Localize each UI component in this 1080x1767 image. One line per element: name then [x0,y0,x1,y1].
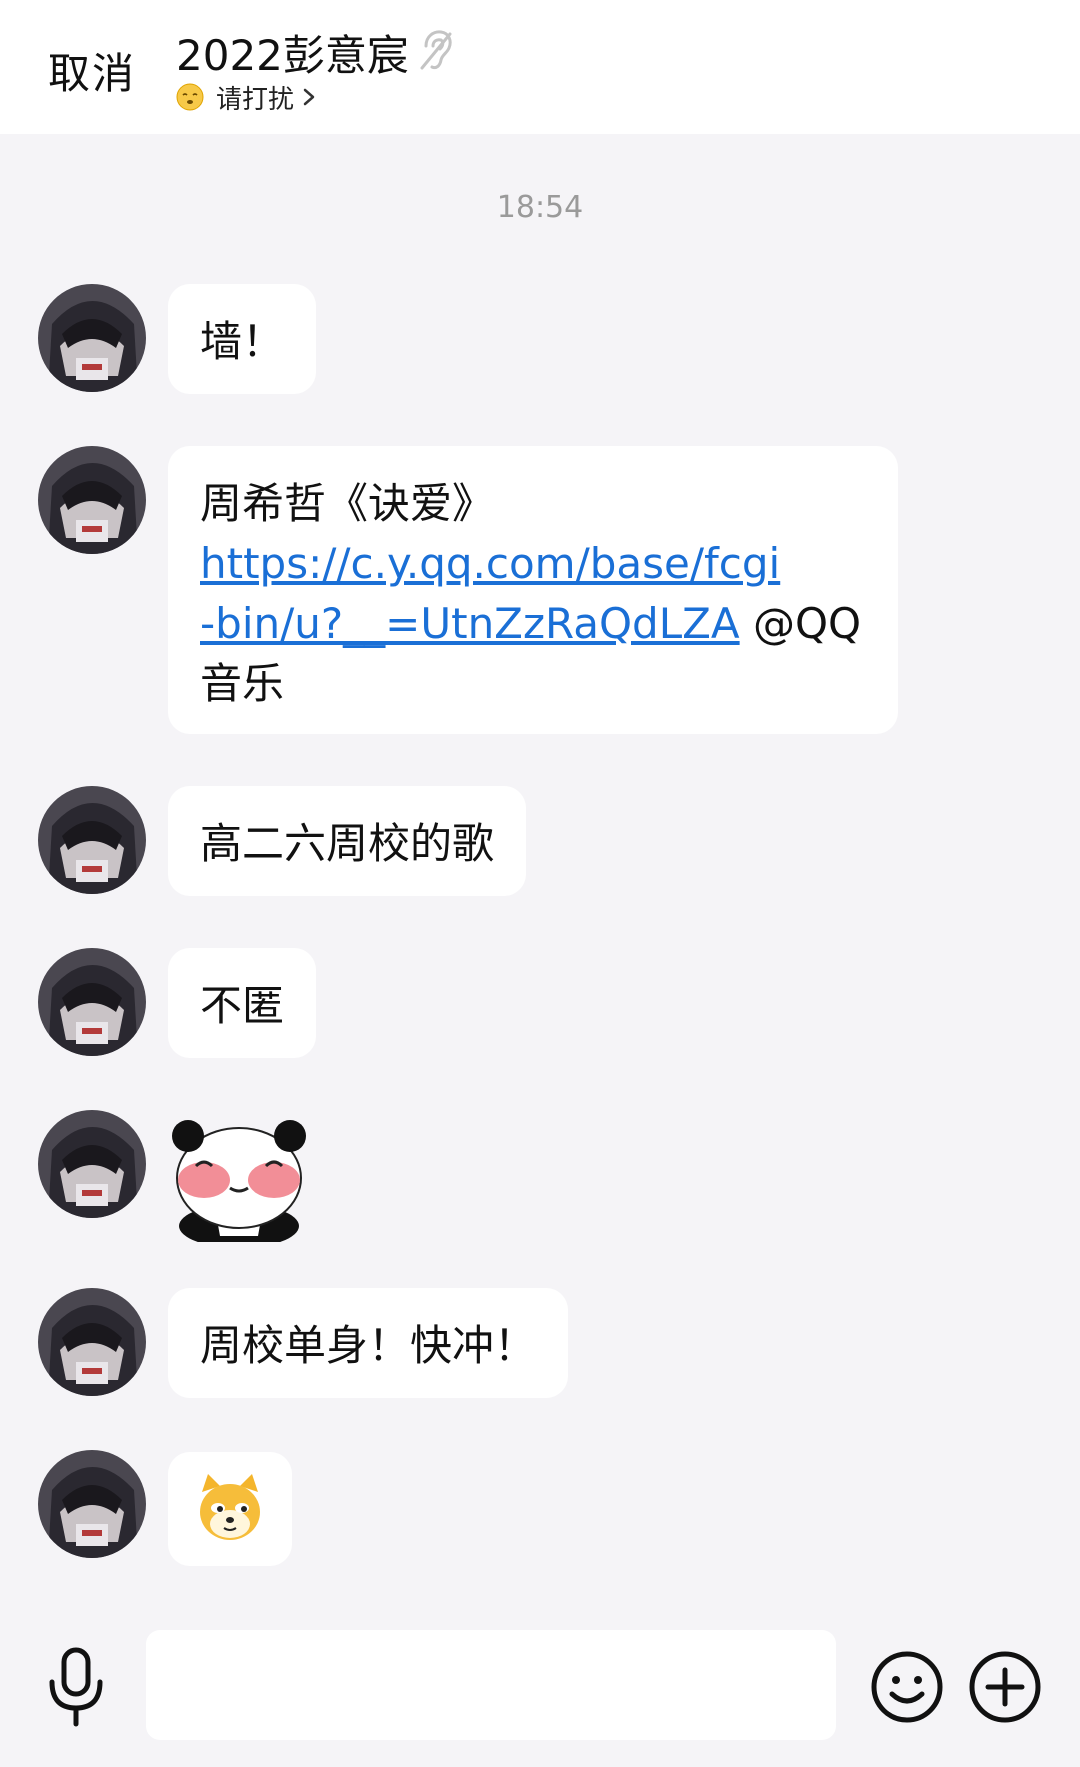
message-text: 高二六周校的歌 [200,819,495,868]
status-line[interactable]: 请打扰 [176,80,316,115]
input-bar [0,1606,1080,1767]
microphone-icon[interactable] [46,1646,106,1728]
song-link-continued[interactable]: -bin/u?__=UtnZzRaQdLZA [200,599,740,648]
chevron-right-icon [303,88,315,106]
message-bubble[interactable]: 不匿 [168,948,317,1058]
message-text: 周希哲《诀爱》 [200,479,495,528]
message-bubble[interactable]: 周校单身！快冲！ [168,1288,569,1398]
message-text: 不匿 [200,981,285,1030]
avatar[interactable] [38,1450,146,1558]
avatar[interactable] [38,446,146,554]
cancel-button[interactable]: 取消 [48,40,136,101]
message-text: 周校单身！快冲！ [200,1321,537,1370]
plus-icon[interactable] [968,1650,1042,1724]
message-input[interactable] [146,1630,836,1740]
ear-icon [420,30,452,70]
chat-header: 取消 2022彭意宸 请打扰 [0,0,1080,134]
song-link[interactable]: https://c.y.qq.com/base/fcgi [200,539,780,588]
emoji-bubble[interactable] [168,1452,292,1566]
status-text: 请打扰 [216,84,295,115]
message-text: 墙！ [200,317,285,366]
avatar[interactable] [38,1288,146,1396]
avatar[interactable] [38,786,146,894]
sleepy-face-icon [176,83,204,111]
dog-face-emoji [200,1474,260,1540]
blushing-panda-sticker[interactable] [168,1118,310,1248]
message-bubble[interactable]: 高二六周校的歌 [168,786,527,896]
avatar[interactable] [38,284,146,392]
chat-title[interactable]: 2022彭意宸 [176,22,409,83]
avatar[interactable] [38,1110,146,1218]
avatar[interactable] [38,948,146,1056]
message-bubble[interactable]: 周希哲《诀爱》 https://c.y.qq.com/base/fcgi -bi… [168,446,898,734]
message-text-suffix-2: 音乐 [200,659,285,708]
message-timestamp: 18:54 [496,190,584,225]
emoji-face-icon[interactable] [870,1650,944,1724]
message-text-suffix: @QQ [739,599,862,648]
message-bubble[interactable]: 墙！ [168,284,317,394]
